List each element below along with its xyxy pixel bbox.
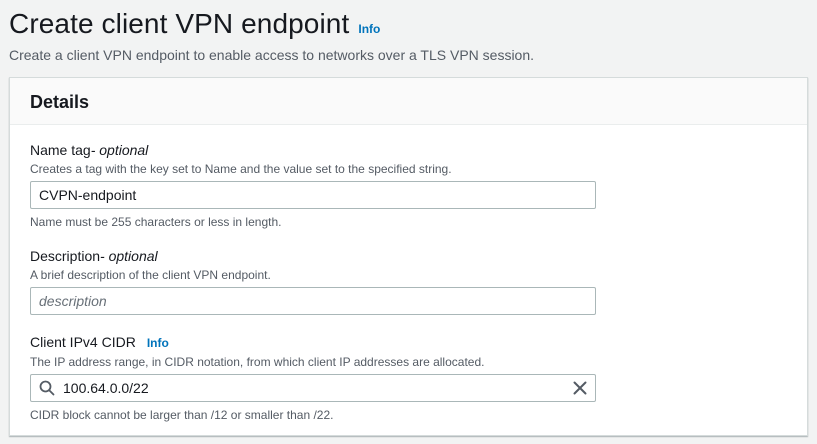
details-panel: Details Name tag - optional Creates a ta… (9, 77, 808, 436)
name-tag-constraint: Name must be 255 characters or less in l… (30, 215, 282, 229)
client-cidr-info-link[interactable]: Info (147, 334, 169, 352)
client-cidr-label-text: Client IPv4 CIDR (30, 334, 136, 350)
name-tag-field: Name tag - optional Creates a tag with t… (30, 141, 596, 230)
name-tag-optional: - optional (90, 142, 149, 158)
close-icon[interactable] (572, 380, 588, 396)
description-label-text: Description (30, 248, 101, 264)
title-row: Create client VPN endpoint Info (9, 4, 817, 44)
page-header: Create client VPN endpoint Info Create a… (9, 4, 817, 65)
search-icon (39, 380, 55, 396)
description-field: Description - optional A brief descripti… (30, 247, 596, 315)
page-description: Create a client VPN endpoint to enable a… (9, 47, 535, 63)
description-label: Description - optional (30, 247, 596, 265)
client-cidr-search (30, 374, 596, 402)
client-cidr-description: The IP address range, in CIDR notation, … (30, 355, 485, 369)
page-info-link[interactable]: Info (358, 22, 380, 36)
page-title: Create client VPN endpoint (9, 8, 350, 39)
name-tag-input[interactable] (30, 181, 596, 209)
name-tag-description: Creates a tag with the key set to Name a… (30, 162, 452, 176)
name-tag-label: Name tag - optional (30, 141, 596, 159)
name-tag-label-text: Name tag (30, 142, 91, 158)
client-cidr-input[interactable] (30, 374, 596, 402)
client-cidr-constraint: CIDR block cannot be larger than /12 or … (30, 408, 334, 422)
client-cidr-label: Client IPv4 CIDR Info (30, 333, 596, 352)
details-panel-header: Details (10, 78, 807, 125)
description-input[interactable] (30, 287, 596, 315)
details-panel-title: Details (30, 92, 90, 112)
description-optional: - optional (100, 248, 158, 264)
client-cidr-field: Client IPv4 CIDR Info The IP address ran… (30, 333, 596, 423)
description-description: A brief description of the client VPN en… (30, 268, 271, 282)
